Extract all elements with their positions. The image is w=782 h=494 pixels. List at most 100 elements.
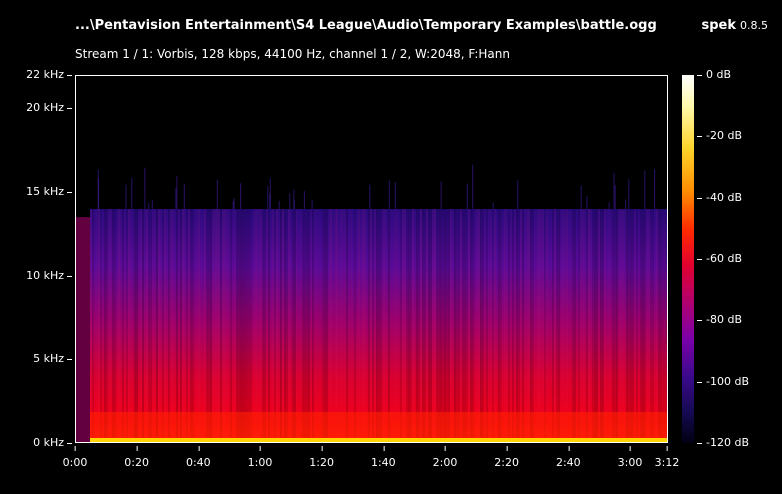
spectral-striation — [314, 209, 316, 442]
spectral-striation — [302, 209, 304, 442]
spectral-striation — [526, 209, 528, 442]
spectral-striation — [92, 209, 94, 442]
db-tick: -40 dB — [697, 190, 742, 204]
spectral-striation — [242, 209, 244, 442]
spectral-striation — [212, 209, 214, 442]
frequency-tick: 10 kHz — [26, 268, 72, 282]
spectral-striation — [98, 209, 100, 442]
spectral-striation — [278, 209, 280, 442]
spectral-striation — [94, 209, 96, 442]
spectral-striation — [616, 209, 618, 442]
spectral-striation — [576, 209, 578, 442]
spectral-striation — [372, 209, 374, 442]
spectral-striation — [476, 209, 478, 442]
spectral-striation — [224, 209, 226, 442]
spectral-striation — [162, 209, 164, 442]
spectral-striation — [600, 209, 602, 442]
spectral-striation — [658, 209, 660, 442]
spectral-striation — [624, 209, 626, 442]
spectral-striation — [340, 209, 342, 442]
spectral-striation — [474, 209, 476, 442]
spectral-striation — [186, 209, 188, 442]
high-frequency-spike — [144, 167, 146, 210]
spectral-striation — [434, 209, 436, 442]
high-frequency-spike — [472, 164, 474, 210]
spectral-striation — [130, 209, 132, 442]
spectral-striation — [342, 209, 344, 442]
stream-info: Stream 1 / 1: Vorbis, 128 kbps, 44100 Hz… — [75, 47, 510, 61]
high-frequency-spike — [232, 201, 234, 210]
spectral-striation — [262, 209, 264, 442]
spectral-striation — [120, 209, 122, 442]
spectral-striation — [516, 209, 518, 442]
spectral-striation — [214, 209, 216, 442]
spectral-striation — [350, 209, 352, 442]
high-frequency-spike — [303, 191, 305, 210]
spectral-striation — [556, 209, 558, 442]
spectral-striation — [428, 209, 430, 442]
high-frequency-spike — [440, 181, 442, 210]
high-frequency-spike — [216, 179, 218, 210]
spectral-striation — [412, 209, 414, 442]
spectral-striation — [494, 209, 496, 442]
spectral-striation — [290, 209, 292, 442]
spectral-striation — [228, 209, 230, 442]
spectral-striation — [276, 209, 278, 442]
spectral-striation — [500, 209, 502, 442]
spectral-striation — [540, 209, 542, 442]
spectral-striation — [100, 209, 102, 442]
high-frequency-spike — [586, 196, 588, 210]
spectral-striation — [538, 209, 540, 442]
spectral-striation — [532, 209, 534, 442]
spectral-striation — [238, 209, 240, 442]
high-frequency-spike — [183, 183, 185, 210]
spectral-striation — [520, 209, 522, 442]
spectral-striation — [282, 209, 284, 442]
spectral-striation — [196, 209, 198, 442]
spectral-striation — [192, 209, 194, 442]
spectral-striation — [272, 209, 274, 442]
frequency-tick: 5 kHz — [33, 352, 72, 366]
spectral-striation — [206, 209, 208, 442]
spectral-striation — [184, 209, 186, 442]
spectral-striation — [146, 209, 148, 442]
spectral-striation — [518, 209, 520, 442]
spectral-striation — [408, 209, 410, 442]
spectral-striation — [438, 209, 440, 442]
spectral-striation — [124, 209, 126, 442]
spectral-striation — [268, 209, 270, 442]
spectral-striation — [506, 209, 508, 442]
spectral-striation — [544, 209, 546, 442]
spectral-striation — [152, 209, 154, 442]
spectral-striation — [266, 209, 268, 442]
time-tick: 2:00 — [432, 446, 458, 469]
spectral-striation — [172, 209, 174, 442]
high-frequency-spike — [466, 183, 468, 210]
spectral-striation — [168, 209, 170, 442]
spectral-striation — [436, 209, 438, 442]
spectral-striation — [140, 209, 142, 442]
spectral-striation — [660, 209, 662, 442]
spectral-striation — [316, 209, 318, 442]
spectral-striation — [256, 209, 258, 442]
spectral-striation — [586, 209, 588, 442]
spectral-striation — [376, 209, 378, 442]
spectral-striation — [258, 209, 260, 442]
spectral-striation — [354, 209, 356, 442]
spectrogram-image — [76, 164, 667, 442]
spectral-striation — [512, 209, 514, 442]
high-frequency-spike — [269, 178, 271, 210]
spectral-striation — [492, 209, 494, 442]
spectral-striation — [550, 209, 552, 442]
high-frequency-spike — [394, 182, 396, 210]
spectral-striation — [190, 209, 192, 442]
spectral-striation — [240, 209, 242, 442]
spectral-striation — [578, 209, 580, 442]
spectral-striation — [546, 209, 548, 442]
spectral-striation — [356, 209, 358, 442]
spectral-striation — [614, 209, 616, 442]
spectral-striation — [444, 209, 446, 442]
time-tick: 1:40 — [370, 446, 396, 469]
time-tick: 0:00 — [62, 446, 88, 469]
spectral-striation — [568, 209, 570, 442]
